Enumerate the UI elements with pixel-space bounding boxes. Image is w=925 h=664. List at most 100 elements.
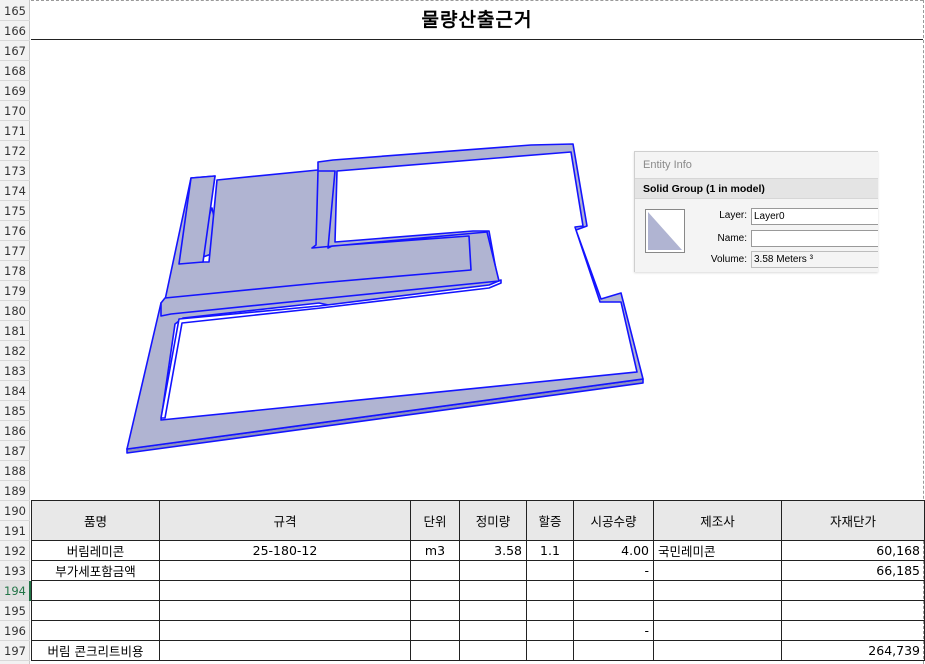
cell-net-qty[interactable] [459, 560, 527, 581]
cell-item[interactable] [31, 620, 160, 641]
cell-maker[interactable] [653, 640, 782, 661]
cell-net-qty[interactable] [459, 620, 527, 641]
cell-spec[interactable] [159, 640, 411, 661]
cell-maker[interactable] [653, 580, 782, 601]
entity-info-title[interactable]: Entity Info [635, 152, 878, 178]
cell-surcharge[interactable] [526, 560, 574, 581]
cell-unit[interactable] [410, 580, 460, 601]
header-net-qty[interactable]: 정미량 [459, 500, 527, 541]
row-header[interactable]: 196 [0, 621, 30, 641]
header-unit[interactable]: 단위 [410, 500, 460, 541]
row-header[interactable]: 192 [0, 541, 30, 561]
row-header[interactable]: 197 [0, 641, 30, 661]
row-header[interactable]: 184 [0, 381, 30, 401]
cell-unit[interactable]: m3 [410, 540, 460, 561]
cell-spec[interactable]: 25-180-12 [159, 540, 411, 561]
row-header[interactable]: 191 [0, 521, 30, 541]
material-swatch[interactable] [645, 209, 685, 253]
row-header[interactable]: 180 [0, 301, 30, 321]
row-header[interactable]: 187 [0, 441, 30, 461]
cell-item[interactable]: 버림레미콘 [31, 540, 160, 561]
row-header[interactable]: 181 [0, 321, 30, 341]
cell-spec[interactable] [159, 600, 411, 621]
name-label: Name: [717, 233, 747, 244]
row-header[interactable]: 166 [0, 21, 30, 41]
row-header[interactable]: 179 [0, 281, 30, 301]
cell-surcharge[interactable] [526, 640, 574, 661]
row-header[interactable]: 189 [0, 481, 30, 501]
cell-net-qty[interactable] [459, 580, 527, 601]
cell-surcharge[interactable] [526, 580, 574, 601]
cell-item[interactable] [31, 580, 160, 601]
header-surcharge[interactable]: 할증 [526, 500, 574, 541]
cell-work-qty[interactable] [573, 640, 654, 661]
row-header[interactable]: 172 [0, 141, 30, 161]
row-header[interactable]: 190 [0, 501, 30, 521]
cell-unit-price[interactable] [781, 620, 925, 641]
row-header[interactable]: 174 [0, 181, 30, 201]
cell-unit-price[interactable]: 264,739 [781, 640, 925, 661]
cell-unit-price[interactable] [781, 600, 925, 621]
row-header[interactable]: 167 [0, 41, 30, 61]
cell-item[interactable] [31, 600, 160, 621]
name-field[interactable] [751, 230, 878, 247]
layer-label: Layer: [719, 210, 747, 221]
header-maker[interactable]: 제조사 [653, 500, 782, 541]
cell-item[interactable]: 버림 콘크리트비용 [31, 640, 160, 661]
row-header[interactable]: 183 [0, 361, 30, 381]
cell-net-qty[interactable]: 3.58 [459, 540, 527, 561]
cell-spec[interactable] [159, 580, 411, 601]
row-header[interactable]: 176 [0, 221, 30, 241]
cell-unit[interactable] [410, 620, 460, 641]
cell-unit-price[interactable]: 66,185 [781, 560, 925, 581]
cell-unit-price[interactable]: 60,168 [781, 540, 925, 561]
row-header[interactable]: 186 [0, 421, 30, 441]
cell-net-qty[interactable] [459, 600, 527, 621]
row-header[interactable]: 171 [0, 121, 30, 141]
row-header[interactable]: 173 [0, 161, 30, 181]
cell-spec[interactable] [159, 560, 411, 581]
row-header[interactable]: 178 [0, 261, 30, 281]
cell-unit-price[interactable] [781, 580, 925, 601]
header-unit-price[interactable]: 자재단가 [781, 500, 925, 541]
cell-surcharge[interactable] [526, 620, 574, 641]
cell-maker[interactable] [653, 560, 782, 581]
row-header[interactable]: 175 [0, 201, 30, 221]
cell-maker[interactable]: 국민레미콘 [653, 540, 782, 561]
cell-maker[interactable] [653, 620, 782, 641]
cell-maker[interactable] [653, 600, 782, 621]
cell-work-qty[interactable] [573, 580, 654, 601]
row-header[interactable]: 168 [0, 61, 30, 81]
row-header[interactable]: 188 [0, 461, 30, 481]
header-spec[interactable]: 규격 [159, 500, 411, 541]
row-header[interactable]: 182 [0, 341, 30, 361]
cell-spec[interactable] [159, 620, 411, 641]
entity-info-panel[interactable]: Entity Info Solid Group (1 in model) Lay… [634, 151, 878, 272]
row-header[interactable]: 194 [0, 581, 31, 601]
cell-unit[interactable] [410, 560, 460, 581]
cell-net-qty[interactable] [459, 640, 527, 661]
row-header[interactable]: 170 [0, 101, 30, 121]
sheet-title[interactable]: 물량산출근거 [31, 0, 923, 40]
cell-surcharge[interactable] [526, 600, 574, 621]
cell-work-qty[interactable]: 4.00 [573, 540, 654, 561]
cell-unit[interactable] [410, 640, 460, 661]
row-header[interactable]: 165 [0, 1, 30, 21]
layer-field[interactable]: Layer0 [751, 208, 878, 225]
cell-unit[interactable] [410, 600, 460, 621]
row-header[interactable]: 177 [0, 241, 30, 261]
row-header[interactable]: 169 [0, 81, 30, 101]
cell-item[interactable]: 부가세포함금액 [31, 560, 160, 581]
cell-work-qty[interactable]: - [573, 560, 654, 581]
worksheet[interactable]: 물량산출근거 Entity Info Solid Group (1 in mod… [31, 0, 925, 664]
cell-surcharge[interactable]: 1.1 [526, 540, 574, 561]
row-header[interactable]: 195 [0, 601, 30, 621]
row-header[interactable]: 185 [0, 401, 30, 421]
header-work-qty[interactable]: 시공수량 [573, 500, 654, 541]
header-item[interactable]: 품명 [31, 500, 160, 541]
row-header[interactable]: 193 [0, 561, 30, 581]
cell-work-qty[interactable] [573, 600, 654, 621]
table-row: - [31, 620, 925, 641]
volume-field: 3.58 Meters ³ [751, 251, 878, 268]
cell-work-qty[interactable]: - [573, 620, 654, 641]
